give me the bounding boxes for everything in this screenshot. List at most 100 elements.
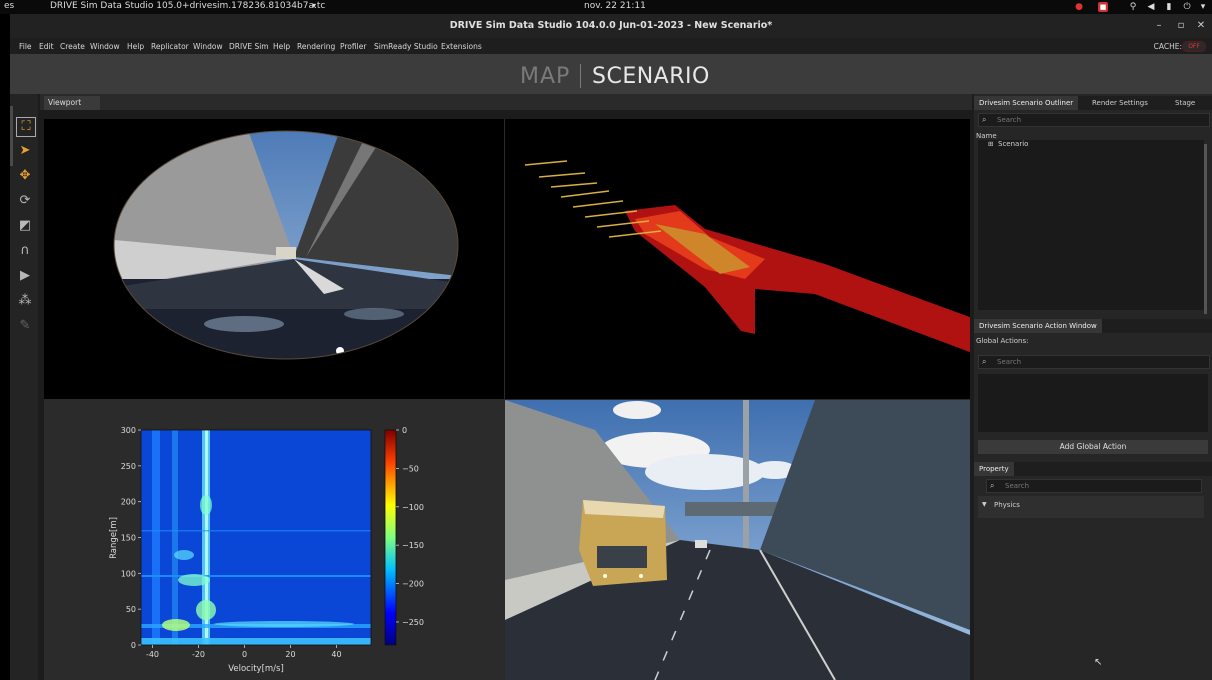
fisheye-camera-view[interactable]: [44, 119, 504, 399]
menu-edit[interactable]: Edit: [39, 42, 54, 51]
tab-render-settings[interactable]: Render Settings: [1087, 96, 1153, 110]
menu-drive-sim[interactable]: DRIVE Sim: [229, 42, 269, 51]
y-axis-label: Range[m]: [109, 517, 119, 559]
menu-file[interactable]: File: [19, 42, 32, 51]
physics-section[interactable]: ▼ Physics: [978, 496, 1204, 518]
tree-item-scenario[interactable]: Scenario: [998, 140, 1028, 148]
add-global-action-button[interactable]: Add Global Action: [978, 440, 1208, 454]
property-tab-bar: Property: [974, 462, 1212, 476]
rotate-icon[interactable]: ⟳: [16, 192, 34, 210]
viewport-tab-bar: Viewport: [40, 94, 972, 110]
menu-create[interactable]: Create: [60, 42, 85, 51]
collapse-triangle-icon[interactable]: ▼: [982, 501, 987, 508]
front-camera-view[interactable]: [505, 400, 970, 680]
lidar-image: [524, 160, 970, 353]
snap-magnet-icon[interactable]: ∩: [16, 242, 34, 260]
outliner-tree[interactable]: ⊞ Scenario: [978, 140, 1204, 310]
camera-focus-icon[interactable]: ⛶: [16, 117, 36, 137]
viewport[interactable]: -40 -20 0 20 40 0 50 100 150 200 250 300 0 −50 −100 −…: [44, 119, 970, 680]
app-indicator-icon[interactable]: ■: [1098, 2, 1108, 12]
menu-profiler[interactable]: Profiler: [340, 42, 366, 51]
menu-window-2[interactable]: Window: [193, 42, 223, 51]
cache-toggle[interactable]: OFF: [1182, 41, 1206, 52]
search-icon: ⌕: [990, 481, 995, 490]
y-tick-label: 150: [121, 534, 136, 543]
x-tick-label: -40: [146, 650, 159, 659]
action-search-placeholder: Search: [997, 358, 1022, 366]
front-camera-image: [505, 400, 970, 680]
mode-divider: [580, 64, 581, 88]
global-actions-label: Global Actions:: [976, 337, 1029, 345]
network-icon[interactable]: ⚲: [1128, 2, 1138, 12]
search-icon: ⌕: [982, 115, 987, 124]
action-search-input[interactable]: ⌕ Search: [978, 355, 1210, 369]
x-axis-label: Velocity[m/s]: [228, 664, 284, 674]
move-icon[interactable]: ✥: [16, 167, 34, 185]
colorbar-tick-label: −200: [402, 580, 424, 589]
record-icon[interactable]: ●: [1074, 2, 1084, 12]
global-actions-list[interactable]: [978, 374, 1208, 432]
property-search-input[interactable]: ⌕ Search: [986, 479, 1202, 493]
physics-section-label: Physics: [994, 501, 1020, 509]
os-clock[interactable]: nov. 22 21:11: [584, 1, 646, 11]
maximize-icon[interactable]: ▫: [1174, 19, 1188, 33]
tab-property[interactable]: Property: [974, 462, 1014, 476]
x-tick-label: 20: [285, 650, 295, 659]
mode-header: MAP SCENARIO: [10, 54, 1212, 94]
toolbar-scroll-handle[interactable]: [10, 106, 13, 166]
select-arrow-icon[interactable]: ➤: [16, 142, 34, 160]
os-activities-text[interactable]: es: [4, 1, 14, 11]
expand-toggle-icon[interactable]: ⊞: [988, 140, 993, 148]
mode-map-tab[interactable]: MAP: [520, 64, 570, 89]
power-icon[interactable]: ⏻: [1182, 2, 1192, 12]
volume-icon[interactable]: ◀: [1146, 2, 1156, 12]
menu-rendering[interactable]: Rendering: [297, 42, 335, 51]
colorbar-tick-label: −150: [402, 541, 424, 550]
tab-stage[interactable]: Stage: [1170, 96, 1200, 110]
close-icon[interactable]: ✕: [1194, 19, 1208, 33]
tab-action-window[interactable]: Drivesim Scenario Action Window: [974, 319, 1102, 333]
radar-range-velocity-chart[interactable]: -40 -20 0 20 40 0 50 100 150 200 250 300 0 −50 −100 −…: [44, 400, 504, 680]
menu-help-2[interactable]: Help: [273, 42, 290, 51]
search-icon: ⌕: [982, 357, 987, 366]
colorbar-tick-label: 0: [402, 426, 407, 435]
paint-brush-icon[interactable]: ✎: [16, 317, 34, 335]
menu-help[interactable]: Help: [127, 42, 144, 51]
system-menu-chevron-icon[interactable]: ▾: [1198, 2, 1208, 12]
menu-window[interactable]: Window: [90, 42, 120, 51]
scale-icon[interactable]: ◩: [16, 217, 34, 235]
outliner-scrollbar[interactable]: [1204, 144, 1207, 314]
colorbar-tick-label: −50: [402, 464, 419, 473]
os-top-bar: es DRIVE Sim Data Studio 105.0+drivesim.…: [0, 0, 1212, 14]
microphone-icon[interactable]: ▮: [1164, 2, 1174, 12]
outliner-column-name[interactable]: Name: [976, 132, 997, 140]
y-tick-label: 100: [121, 569, 136, 578]
mode-scenario-tab[interactable]: SCENARIO: [592, 64, 710, 89]
property-search-placeholder: Search: [1005, 482, 1030, 490]
x-tick-label: 0: [242, 650, 247, 659]
title-bar: DRIVE Sim Data Studio 104.0.0 Jun-01-202…: [10, 14, 1212, 38]
menu-simready-studio[interactable]: SimReady Studio: [374, 42, 438, 51]
tab-viewport[interactable]: Viewport: [44, 96, 100, 110]
play-icon[interactable]: ▶: [16, 267, 34, 285]
y-axis-ticks: 0 50 100 150 200 250 300: [121, 426, 141, 650]
right-panel: Drivesim Scenario Outliner Render Settin…: [974, 94, 1212, 680]
outliner-search-placeholder: Search: [997, 116, 1022, 124]
os-app-label[interactable]: DRIVE Sim Data Studio 105.0+drivesim.178…: [50, 1, 325, 11]
waypoints-icon[interactable]: ⁂: [16, 292, 34, 310]
outliner-search-input[interactable]: ⌕ Search: [978, 113, 1210, 127]
menu-extensions[interactable]: Extensions: [441, 42, 482, 51]
fisheye-image: [113, 130, 459, 360]
colorbar-ticks: 0 −50 −100 −150 −200 −250: [396, 426, 424, 627]
minimize-icon[interactable]: –: [1152, 19, 1166, 33]
chevron-down-icon[interactable]: ▾: [312, 1, 316, 10]
colorbar: [384, 429, 397, 646]
colorbar-tick-label: −250: [402, 618, 424, 627]
menu-replicator[interactable]: Replicator: [151, 42, 189, 51]
y-tick-label: 250: [121, 462, 136, 471]
y-tick-label: 200: [121, 498, 136, 507]
outliner-tab-bar: Drivesim Scenario Outliner Render Settin…: [974, 96, 1212, 110]
tab-scenario-outliner[interactable]: Drivesim Scenario Outliner: [974, 96, 1079, 110]
window-title: DRIVE Sim Data Studio 104.0.0 Jun-01-202…: [449, 20, 773, 31]
lidar-pointcloud-view[interactable]: [505, 119, 970, 399]
